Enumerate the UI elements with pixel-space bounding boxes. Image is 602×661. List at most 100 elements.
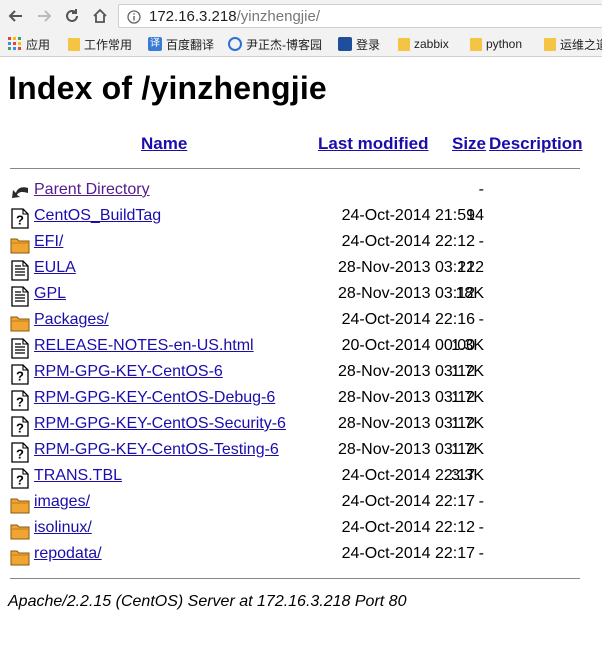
folder-icon	[544, 37, 556, 51]
login-icon	[338, 37, 352, 51]
file-size: 212	[457, 259, 484, 276]
bookmark-baidu-translate[interactable]: 译 百度翻译	[148, 36, 214, 52]
file-size: -	[478, 181, 484, 198]
column-header-size[interactable]: Size	[452, 134, 486, 154]
back-icon[interactable]	[6, 6, 26, 26]
svg-text:?: ?	[16, 395, 24, 410]
bookmark-label: python	[486, 37, 523, 51]
file-row: repodata/24-Oct-2014 22:17-	[0, 543, 602, 569]
file-link[interactable]: RELEASE-NOTES-en-US.html	[34, 337, 254, 355]
url-text: 172.16.3.218/yinzhengjie/	[149, 8, 320, 25]
bookmark-blog[interactable]: 尹正杰-博客园	[228, 36, 322, 52]
column-header-last-modified[interactable]: Last modified	[318, 134, 429, 154]
folder-icon	[68, 37, 80, 51]
file-date: 24-Oct-2014 22:17	[341, 545, 475, 562]
bookmark-label: 运维之道	[560, 37, 602, 52]
file-row: Packages/24-Oct-2014 22:16-	[0, 309, 602, 335]
folder-icon	[10, 520, 30, 541]
file-link[interactable]: Packages/	[34, 311, 109, 329]
text-file-icon	[10, 286, 30, 307]
file-size: 1.3K	[451, 337, 484, 354]
info-icon[interactable]	[127, 10, 141, 29]
column-header-description[interactable]: Description	[489, 134, 583, 154]
file-link[interactable]: RPM-GPG-KEY-CentOS-6	[34, 363, 223, 381]
file-row: EFI/24-Oct-2014 22:12-	[0, 231, 602, 257]
url-host: 172.16.3.218	[149, 8, 237, 25]
footer-divider	[10, 578, 580, 579]
browser-toolbar: 172.16.3.218/yinzhengjie/	[0, 0, 602, 32]
back-arrow-icon	[10, 182, 30, 203]
unknown-file-icon: ?	[10, 468, 30, 489]
file-link[interactable]: RPM-GPG-KEY-CentOS-Testing-6	[34, 441, 279, 459]
page-title: Index of /yinzhengjie	[8, 70, 327, 106]
file-link[interactable]: RPM-GPG-KEY-CentOS-Security-6	[34, 415, 286, 433]
folder-icon	[10, 494, 30, 515]
header-divider	[10, 168, 580, 169]
unknown-file-icon: ?	[10, 390, 30, 411]
bookmark-apps[interactable]: 应用	[8, 36, 50, 52]
file-link[interactable]: images/	[34, 493, 90, 511]
file-row: ? RPM-GPG-KEY-CentOS-6 28-Nov-2013 03:12 1.…	[0, 361, 602, 387]
svg-text:?: ?	[16, 421, 24, 436]
reload-icon[interactable]	[62, 6, 82, 26]
apps-grid-icon	[8, 37, 22, 51]
bookmark-label: 应用	[26, 37, 51, 52]
file-size: -	[478, 311, 484, 328]
file-size: 1.7K	[451, 363, 484, 380]
file-link[interactable]: repodata/	[34, 545, 102, 563]
file-link[interactable]: Parent Directory	[34, 181, 150, 199]
file-size: 14	[466, 207, 484, 224]
file-size: -	[478, 519, 484, 536]
file-size: -	[478, 493, 484, 510]
file-link[interactable]: GPL	[34, 285, 66, 303]
bookmark-ops[interactable]: 运维之道	[544, 36, 602, 52]
unknown-file-icon: ?	[10, 442, 30, 463]
bookmark-label: zabbix	[414, 37, 449, 51]
bookmark-python[interactable]: python	[470, 36, 522, 52]
blog-icon	[228, 37, 242, 51]
bookmarks-bar: 应用 工作常用 译 百度翻译 尹正杰-博客园 登录 zabbix python …	[0, 32, 602, 57]
svg-text:?: ?	[16, 369, 24, 384]
file-row: GPL 28-Nov-2013 03:12 18K	[0, 283, 602, 309]
folder-icon	[10, 312, 30, 333]
bookmark-work[interactable]: 工作常用	[68, 36, 132, 52]
file-date: 28-Nov-2013 03:12	[338, 285, 475, 302]
translate-icon: 译	[148, 37, 162, 51]
bookmark-zabbix[interactable]: zabbix	[398, 36, 449, 52]
file-row: ? RPM-GPG-KEY-CentOS-Debug-6 28-Nov-2013 0…	[0, 387, 602, 413]
bookmark-label: 尹正杰-博客园	[246, 37, 322, 52]
bookmark-label: 百度翻译	[166, 37, 215, 52]
address-bar[interactable]: 172.16.3.218/yinzhengjie/	[118, 4, 602, 28]
file-link[interactable]: RPM-GPG-KEY-CentOS-Debug-6	[34, 389, 275, 407]
forward-icon[interactable]	[34, 6, 54, 26]
home-icon[interactable]	[90, 6, 110, 26]
folder-icon	[398, 37, 410, 51]
file-row: Parent Directory -	[0, 179, 602, 205]
file-size: -	[478, 545, 484, 562]
bookmark-login[interactable]: 登录	[338, 36, 380, 52]
file-link[interactable]: TRANS.TBL	[34, 467, 122, 485]
file-link[interactable]: CentOS_BuildTag	[34, 207, 161, 225]
file-size: 1.7K	[451, 415, 484, 432]
text-file-icon	[10, 260, 30, 281]
file-link[interactable]: isolinux/	[34, 519, 92, 537]
text-file-icon	[10, 338, 30, 359]
url-path: /yinzhengjie/	[236, 8, 320, 25]
file-link[interactable]: EFI/	[34, 233, 63, 251]
file-row: ? CentOS_BuildTag 24-Oct-2014 21:59 14	[0, 205, 602, 231]
folder-icon	[10, 546, 30, 567]
column-header-name[interactable]: Name	[141, 134, 187, 154]
svg-text:?: ?	[16, 473, 24, 488]
bookmark-label: 登录	[356, 37, 381, 52]
file-size: 3.3K	[451, 467, 484, 484]
svg-text:?: ?	[16, 213, 24, 228]
file-row: RELEASE-NOTES-en-US.html 20-Oct-2014 00:0…	[0, 335, 602, 361]
bookmark-label: 工作常用	[84, 37, 133, 52]
unknown-file-icon: ?	[10, 208, 30, 229]
file-row: ? RPM-GPG-KEY-CentOS-Security-6 28-Nov-201…	[0, 413, 602, 439]
file-date: 28-Nov-2013 03:12	[338, 259, 475, 276]
svg-text:?: ?	[16, 447, 24, 462]
file-date: 24-Oct-2014 22:16	[341, 311, 475, 328]
file-link[interactable]: EULA	[34, 259, 76, 277]
unknown-file-icon: ?	[10, 416, 30, 437]
